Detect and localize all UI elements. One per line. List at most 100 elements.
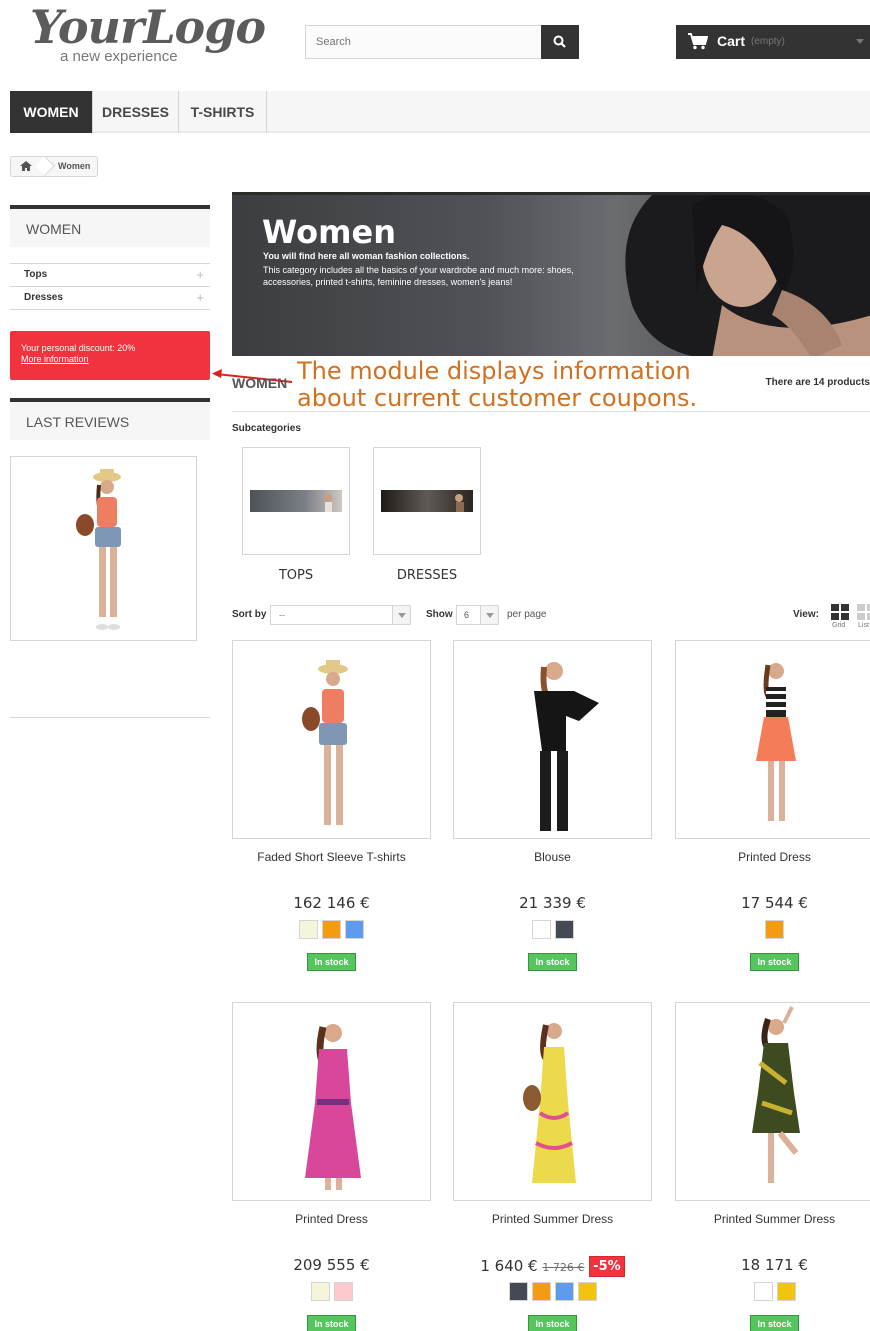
chevron-down-icon: [856, 39, 864, 44]
menu-item-dresses[interactable]: DRESSES: [93, 91, 179, 133]
color-swatch[interactable]: [531, 1282, 551, 1301]
view-label: View:: [793, 609, 819, 620]
subcategory-dresses-image[interactable]: [373, 447, 481, 555]
availability: In stock: [232, 952, 431, 971]
color-swatches: [675, 920, 870, 939]
availability: In stock: [675, 952, 870, 971]
menu-item-women[interactable]: WOMEN: [10, 91, 93, 133]
product-price-block: 162 146 €: [232, 894, 431, 912]
product-name-link[interactable]: Printed Dress: [675, 850, 870, 864]
product-price: 18 171 €: [741, 1256, 808, 1274]
product-image[interactable]: [453, 640, 652, 839]
product-image[interactable]: [232, 640, 431, 839]
category-item-tops[interactable]: Tops +: [10, 264, 210, 287]
discount-notice: Your personal discount: 20% More informa…: [10, 331, 210, 380]
product-name-link[interactable]: Printed Summer Dress: [675, 1212, 870, 1226]
subcategory-thumbnail: [381, 490, 473, 512]
search-icon: [553, 35, 566, 48]
main-menu: WOMEN DRESSES T-SHIRTS: [10, 91, 870, 133]
per-page-select[interactable]: 6: [456, 605, 499, 625]
in-stock-badge: In stock: [528, 953, 577, 971]
product-price-block: 18 171 €: [675, 1256, 870, 1274]
shopping-cart-icon: [688, 33, 708, 50]
product-price: 17 544 €: [741, 894, 808, 912]
product-price: 209 555 €: [293, 1256, 370, 1274]
search-input[interactable]: [306, 26, 542, 58]
per-page-label: per page: [507, 609, 547, 620]
model-image: [76, 469, 121, 630]
subcategory-tops-link[interactable]: TOPS: [242, 568, 350, 583]
show-label: Show: [426, 609, 453, 620]
menu-item-tshirts[interactable]: T-SHIRTS: [179, 91, 267, 133]
breadcrumb-current: Women: [58, 161, 91, 171]
color-swatch[interactable]: [554, 920, 574, 939]
color-swatch[interactable]: [753, 1282, 773, 1301]
expand-icon[interactable]: +: [196, 264, 204, 286]
product-name-link[interactable]: Blouse: [453, 850, 652, 864]
color-swatch[interactable]: [299, 920, 318, 939]
search-form: [305, 25, 579, 59]
category-label: Tops: [24, 269, 48, 280]
review-product-image[interactable]: [10, 456, 197, 641]
product-photo: [523, 1023, 576, 1183]
grid-view-label[interactable]: Grid: [832, 622, 845, 629]
category-item-dresses[interactable]: Dresses +: [10, 287, 210, 310]
color-swatch[interactable]: [310, 1282, 330, 1301]
product-image[interactable]: [232, 1002, 431, 1201]
category-banner: Women You will find here all woman fashi…: [232, 192, 870, 356]
annotation-line-1: The module displays information: [297, 357, 691, 385]
color-swatch[interactable]: [345, 920, 364, 939]
cart-button[interactable]: Cart (empty): [676, 25, 870, 59]
product-photo: [752, 1006, 800, 1183]
discount-more-info-link[interactable]: More information: [21, 354, 210, 365]
color-swatch[interactable]: [322, 920, 341, 939]
color-swatch[interactable]: [333, 1282, 353, 1301]
subcategory-dresses-link[interactable]: DRESSES: [373, 568, 481, 583]
annotation-line-2: about current customer coupons.: [297, 384, 698, 412]
in-stock-badge: In stock: [307, 1315, 356, 1331]
color-swatch[interactable]: [531, 920, 551, 939]
search-button[interactable]: [541, 25, 579, 59]
color-swatch[interactable]: [508, 1282, 528, 1301]
discount-text: Your personal discount: 20%: [21, 343, 136, 353]
color-swatches: [675, 1282, 870, 1301]
grid-view-icon[interactable]: [831, 604, 849, 620]
product-photo: [534, 662, 599, 831]
product-photo: [756, 663, 796, 821]
sort-select[interactable]: --: [270, 605, 411, 625]
heading-divider: [232, 411, 870, 412]
chevron-down-icon: [392, 606, 410, 624]
category-block-title[interactable]: WOMEN: [10, 205, 210, 247]
site-logo[interactable]: YourLogo a new experience: [30, 4, 266, 66]
availability: In stock: [232, 1314, 431, 1331]
banner-description: This category includes all the basics of…: [263, 265, 574, 287]
expand-icon[interactable]: +: [196, 287, 204, 309]
product-photo: [305, 1024, 361, 1190]
product-name-link[interactable]: Faded Short Sleeve T-shirts: [232, 850, 431, 864]
product-image[interactable]: [675, 640, 870, 839]
color-swatch[interactable]: [577, 1282, 597, 1301]
product-image[interactable]: [675, 1002, 870, 1201]
color-swatches: [453, 920, 652, 939]
subcategory-thumbnail: [250, 490, 342, 512]
product-price-block: 1 640 € 1 726 € -5%: [453, 1256, 652, 1277]
category-heading: WOMEN: [232, 375, 288, 391]
color-swatch[interactable]: [776, 1282, 796, 1301]
subcategories-title: Subcategories: [232, 423, 301, 434]
product-name-link[interactable]: Printed Dress: [232, 1212, 431, 1226]
list-view-icon[interactable]: [857, 604, 870, 620]
product-image[interactable]: [453, 1002, 652, 1201]
color-swatch[interactable]: [765, 920, 784, 939]
banner-model-image: [625, 195, 870, 356]
product-name-link[interactable]: Printed Summer Dress: [453, 1212, 652, 1226]
product-price: 1 640 €: [480, 1257, 538, 1275]
subcategory-tops-image[interactable]: [242, 447, 350, 555]
in-stock-badge: In stock: [307, 953, 356, 971]
list-view-label[interactable]: List: [858, 622, 869, 629]
in-stock-badge: In stock: [528, 1315, 577, 1331]
product-price-block: 17 544 €: [675, 894, 870, 912]
in-stock-badge: In stock: [750, 1315, 799, 1331]
logo-tagline: a new experience: [60, 48, 178, 65]
color-swatch[interactable]: [554, 1282, 574, 1301]
product-count: There are 14 products: [765, 377, 870, 388]
